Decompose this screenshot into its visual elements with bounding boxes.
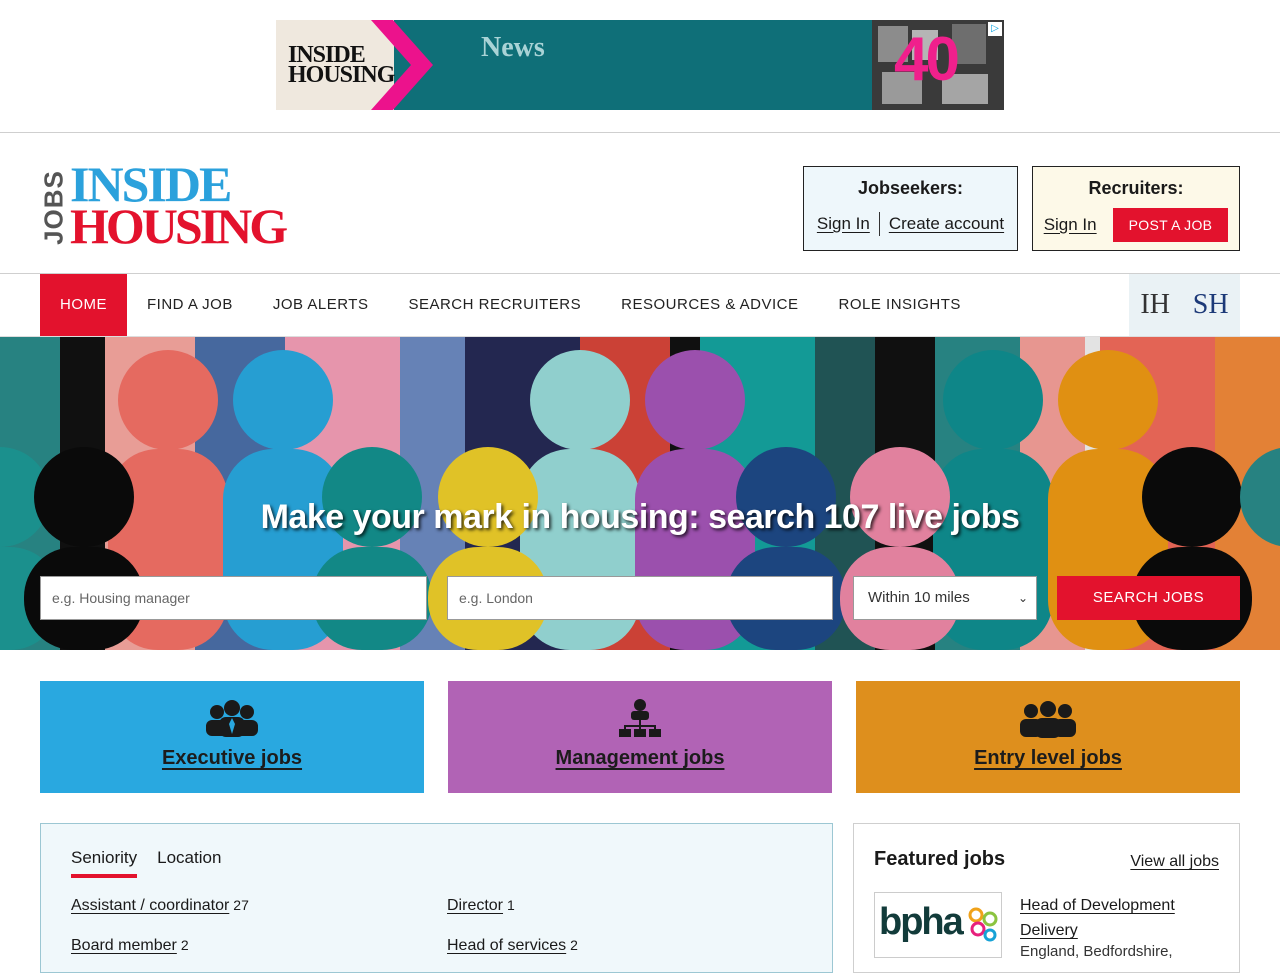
- jobseekers-panel: Jobseekers: Sign In Create account: [803, 166, 1018, 251]
- seniority-link[interactable]: Director: [447, 897, 503, 914]
- list-item: Director 1: [447, 897, 515, 915]
- seniority-link[interactable]: Board member: [71, 937, 177, 954]
- featured-jobs-title: Featured jobs: [874, 848, 1006, 870]
- list-item: Head of services 2: [447, 937, 578, 955]
- site-header: JOBS INSIDE HOUSING Jobseekers: Sign In …: [0, 133, 1280, 274]
- keywords-input[interactable]: e.g. Housing manager: [40, 576, 427, 620]
- featured-jobs-panel: Featured jobs View all jobs bpha Head of…: [853, 823, 1240, 973]
- nav-search-recruiters[interactable]: SEARCH RECRUITERS: [388, 274, 601, 336]
- seniority-link[interactable]: Assistant / coordinator: [71, 897, 229, 914]
- recruiters-panel: Recruiters: Sign In POST A JOB: [1032, 166, 1240, 251]
- recruiter-sign-in-link[interactable]: Sign In: [1044, 215, 1097, 235]
- adchoices-icon[interactable]: ▷: [988, 22, 1002, 36]
- executive-group-icon: [206, 700, 258, 737]
- employer-logo-text: bpha: [879, 901, 964, 943]
- job-count: 27: [233, 897, 249, 913]
- bpha-emblem-icon: [968, 907, 998, 942]
- radius-selected-value: Within 10 miles: [868, 589, 970, 606]
- job-count: 2: [570, 937, 578, 953]
- sister-sites: IH SH: [1129, 274, 1240, 336]
- logo-jobs-text: JOBS: [38, 170, 69, 245]
- entry-level-jobs-label[interactable]: Entry level jobs: [856, 747, 1240, 770]
- ad-photo-collage: 40: [872, 20, 1004, 110]
- team-group-icon: [1020, 701, 1076, 738]
- list-item: Board member 2: [71, 937, 189, 955]
- social-housing-link[interactable]: SH: [1193, 289, 1229, 321]
- executive-jobs-tile[interactable]: Executive jobs: [40, 681, 424, 793]
- create-account-link[interactable]: Create account: [889, 214, 1004, 234]
- jobseekers-title: Jobseekers:: [857, 178, 964, 198]
- divider: [878, 212, 880, 236]
- site-logo[interactable]: JOBS INSIDE HOUSING: [38, 159, 289, 251]
- radius-select[interactable]: Within 10 miles ⌄: [853, 576, 1037, 620]
- search-jobs-button[interactable]: SEARCH JOBS: [1057, 576, 1240, 620]
- post-a-job-button[interactable]: POST A JOB: [1112, 208, 1229, 242]
- recruiters-title: Recruiters:: [1088, 178, 1184, 198]
- job-search-form: e.g. Housing manager e.g. London Within …: [40, 576, 1240, 620]
- logo-housing-text: HOUSING: [70, 198, 288, 254]
- nav-find-a-job[interactable]: FIND A JOB: [127, 274, 253, 336]
- chevron-down-icon: ⌄: [1017, 591, 1028, 605]
- main-nav: HOME FIND A JOB JOB ALERTS SEARCH RECRUI…: [0, 274, 1280, 337]
- featured-job-title-link[interactable]: Head of Development Delivery: [1020, 893, 1220, 943]
- nav-role-insights[interactable]: ROLE INSIGHTS: [819, 274, 981, 336]
- employer-logo[interactable]: bpha: [874, 892, 1002, 958]
- tab-location[interactable]: Location: [157, 848, 221, 878]
- seniority-link[interactable]: Head of services: [447, 937, 566, 954]
- view-all-jobs-link[interactable]: View all jobs: [1130, 853, 1219, 871]
- nav-job-alerts[interactable]: JOB ALERTS: [253, 274, 389, 336]
- executive-jobs-label[interactable]: Executive jobs: [40, 747, 424, 770]
- inside-housing-link[interactable]: IH: [1140, 289, 1170, 321]
- management-jobs-tile[interactable]: Management jobs: [448, 681, 832, 793]
- job-count: 1: [507, 897, 515, 913]
- location-input[interactable]: e.g. London: [447, 576, 833, 620]
- logo-jobs-vertical: JOBS: [38, 165, 69, 245]
- jobseeker-sign-in-link[interactable]: Sign In: [817, 214, 870, 234]
- ad-banner-strip: INSIDE HOUSING News 40 ▷: [0, 0, 1280, 133]
- browse-jobs-panel: Seniority Location Assistant / coordinat…: [40, 823, 833, 973]
- hero-banner: Make your mark in housing: search 107 li…: [0, 337, 1280, 650]
- management-jobs-label[interactable]: Management jobs: [448, 747, 832, 770]
- entry-level-jobs-tile[interactable]: Entry level jobs: [856, 681, 1240, 793]
- org-chart-icon: [619, 699, 661, 737]
- hero-title: Make your mark in housing: search 107 li…: [260, 498, 1020, 536]
- featured-job-location: England, Bedfordshire,: [1020, 943, 1173, 960]
- advertisement-banner[interactable]: INSIDE HOUSING News 40 ▷: [276, 20, 1004, 110]
- list-item: Assistant / coordinator 27: [71, 897, 249, 915]
- job-count: 2: [180, 937, 189, 953]
- category-tiles: Executive jobs Management jobs Entry lev…: [40, 681, 1240, 793]
- ad-anniversary-badge: 40: [894, 25, 960, 94]
- nav-resources-advice[interactable]: RESOURCES & ADVICE: [601, 274, 818, 336]
- ad-chevron-graphic: [371, 20, 433, 110]
- tab-seniority[interactable]: Seniority: [71, 848, 138, 878]
- nav-home[interactable]: HOME: [40, 274, 127, 336]
- ad-headline: News: [481, 32, 545, 63]
